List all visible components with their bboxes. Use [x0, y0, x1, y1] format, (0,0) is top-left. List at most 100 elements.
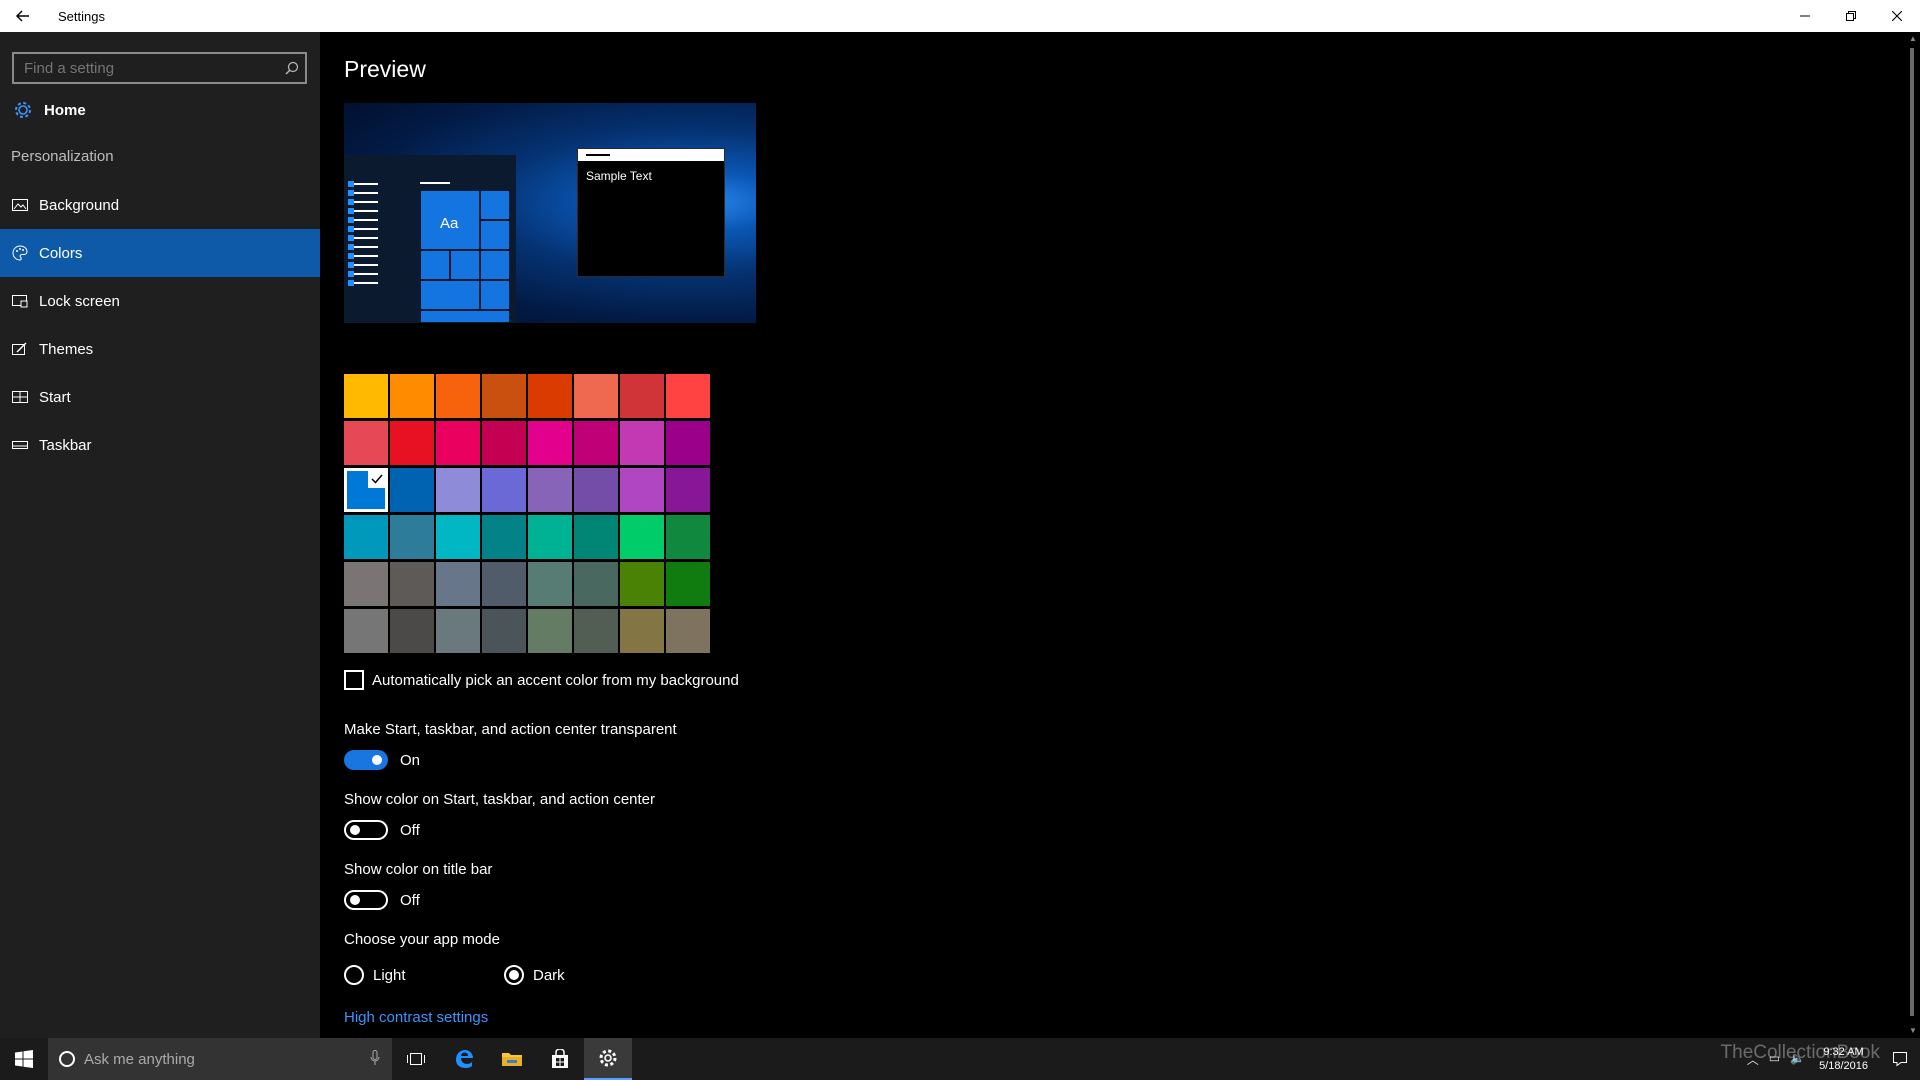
start-button[interactable] [0, 1038, 48, 1080]
sidebar-item-themes[interactable]: Themes [0, 325, 320, 373]
accent-color-swatch[interactable] [344, 515, 388, 559]
home-link[interactable]: Home [12, 94, 86, 126]
accent-color-swatch[interactable] [482, 562, 526, 606]
accent-color-swatch[interactable] [482, 374, 526, 418]
accent-color-swatch[interactable] [666, 374, 710, 418]
accent-color-swatch[interactable] [344, 562, 388, 606]
accent-color-swatch[interactable] [574, 468, 618, 512]
accent-color-swatch[interactable] [620, 562, 664, 606]
accent-color-swatch[interactable] [344, 609, 388, 653]
accent-color-swatch[interactable] [666, 562, 710, 606]
close-button[interactable] [1874, 0, 1920, 32]
sidebar-item-taskbar[interactable]: Taskbar [0, 421, 320, 469]
accent-color-swatch[interactable] [574, 374, 618, 418]
accent-color-swatch[interactable] [666, 421, 710, 465]
sidebar-item-label: Background [39, 196, 120, 214]
minimize-button[interactable] [1782, 0, 1828, 32]
accent-color-swatch[interactable] [436, 562, 480, 606]
accent-color-swatch[interactable] [390, 515, 434, 559]
file-explorer-button[interactable] [488, 1038, 536, 1080]
title-bar: Settings [0, 0, 1920, 32]
sidebar-item-background[interactable]: Background [0, 181, 320, 229]
restore-button[interactable] [1828, 0, 1874, 32]
app-mode-dark-option[interactable]: Dark [504, 965, 565, 985]
accent-color-swatch[interactable] [344, 374, 388, 418]
accent-color-swatch[interactable] [390, 468, 434, 512]
app-mode-light-radio[interactable] [344, 965, 364, 985]
accent-color-swatch[interactable] [344, 468, 388, 512]
accent-color-swatch[interactable] [620, 609, 664, 653]
find-setting-search[interactable] [12, 52, 307, 84]
accent-color-swatch[interactable] [482, 468, 526, 512]
store-button[interactable] [536, 1038, 584, 1080]
transparent-toggle[interactable] [344, 750, 388, 770]
accent-color-swatch[interactable] [390, 562, 434, 606]
accent-color-swatch[interactable] [436, 468, 480, 512]
action-center-icon [1893, 1052, 1907, 1067]
accent-color-swatch[interactable] [482, 609, 526, 653]
accent-color-swatch[interactable] [528, 562, 572, 606]
accent-color-swatch[interactable] [574, 562, 618, 606]
window-controls [1782, 0, 1920, 32]
start-icon [12, 389, 28, 405]
accent-color-swatch[interactable] [482, 515, 526, 559]
app-mode-dark-radio[interactable] [504, 965, 524, 985]
scroll-thumb[interactable] [1910, 48, 1914, 1016]
auto-pick-accent-checkbox[interactable] [344, 670, 364, 690]
auto-pick-accent-row[interactable]: Automatically pick an accent color from … [344, 670, 739, 690]
accent-color-swatch[interactable] [390, 374, 434, 418]
accent-color-swatch[interactable] [528, 515, 572, 559]
accent-color-swatch[interactable] [666, 515, 710, 559]
accent-color-swatch[interactable] [436, 515, 480, 559]
accent-color-swatch[interactable] [528, 374, 572, 418]
window-title: Settings [58, 8, 105, 24]
accent-color-swatch[interactable] [436, 609, 480, 653]
microphone-icon[interactable] [370, 1050, 380, 1071]
picture-icon [12, 197, 28, 213]
accent-color-swatch[interactable] [620, 421, 664, 465]
vertical-scrollbar[interactable]: ▲ ▼ [1906, 32, 1920, 1038]
accent-color-swatch[interactable] [390, 421, 434, 465]
accent-color-swatch[interactable] [620, 468, 664, 512]
transparent-toggle-state: On [400, 751, 421, 769]
scroll-up-icon[interactable]: ▲ [1908, 34, 1918, 44]
search-icon[interactable] [285, 61, 299, 80]
cortana-search-box[interactable]: Ask me anything [48, 1038, 392, 1080]
accent-color-swatch[interactable] [436, 421, 480, 465]
accent-color-swatch[interactable] [344, 421, 388, 465]
accent-color-swatch[interactable] [528, 468, 572, 512]
task-view-button[interactable] [392, 1038, 440, 1080]
accent-color-swatch[interactable] [666, 468, 710, 512]
accent-color-swatch[interactable] [528, 421, 572, 465]
action-center-button[interactable] [1880, 1038, 1920, 1080]
accent-color-swatch[interactable] [436, 374, 480, 418]
preview-window-titlebar [578, 149, 724, 161]
themes-icon [12, 341, 28, 357]
system-tray: TheCollectionBook ︿ ▭ 🔈 9:32 AM 5/18/201… [1721, 1038, 1920, 1080]
accent-color-swatch[interactable] [574, 515, 618, 559]
palette-icon [12, 245, 28, 261]
minimize-icon [1800, 15, 1810, 17]
accent-color-swatch[interactable] [574, 421, 618, 465]
app-mode-light-option[interactable]: Light [344, 965, 406, 985]
accent-color-swatch[interactable] [620, 374, 664, 418]
high-contrast-settings-link[interactable]: High contrast settings [344, 1009, 488, 1026]
accent-color-swatch[interactable] [390, 609, 434, 653]
settings-gear-icon [599, 1049, 617, 1067]
sidebar-item-colors[interactable]: Colors [0, 229, 320, 277]
show-color-start-toggle[interactable] [344, 820, 388, 840]
show-color-title-toggle[interactable] [344, 890, 388, 910]
sidebar-item-start[interactable]: Start [0, 373, 320, 421]
scroll-down-icon[interactable]: ▼ [1908, 1026, 1918, 1036]
settings-taskbar-button[interactable] [584, 1038, 632, 1080]
accent-color-swatch[interactable] [620, 515, 664, 559]
preview-window: Sample Text [577, 148, 725, 277]
back-button[interactable] [0, 0, 46, 32]
accent-color-swatch[interactable] [528, 609, 572, 653]
accent-color-swatch[interactable] [574, 609, 618, 653]
edge-button[interactable] [440, 1038, 488, 1080]
accent-color-swatch[interactable] [666, 609, 710, 653]
sidebar-item-lock-screen[interactable]: Lock screen [0, 277, 320, 325]
find-setting-input[interactable] [24, 59, 274, 77]
accent-color-swatch[interactable] [482, 421, 526, 465]
